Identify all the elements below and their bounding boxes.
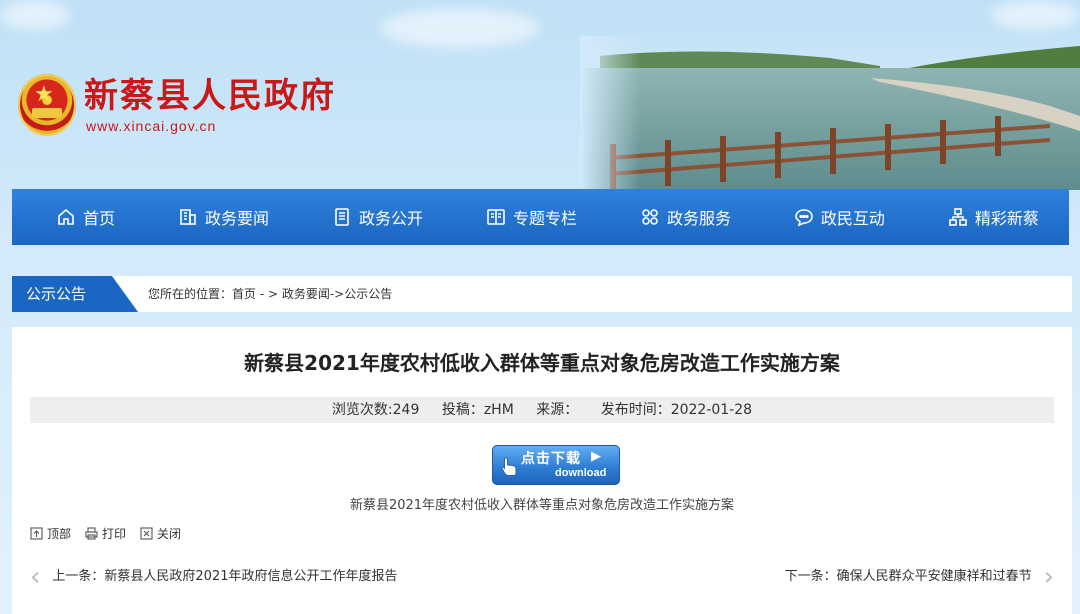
document-icon <box>335 208 349 226</box>
nav-item-open-gov[interactable]: 政务公开 <box>332 205 423 229</box>
pointing-hand-icon <box>501 457 517 476</box>
nav-label: 政务要闻 <box>204 209 269 228</box>
printer-icon <box>85 527 98 540</box>
article-tools: 顶部 打印 关闭 <box>30 525 195 542</box>
prev-article-link[interactable]: ‹ 上一条：新蔡县人民政府2021年政府信息公开工作年度报告 <box>30 564 398 590</box>
site-header: ★ 新蔡县人民政府 www.xincai.gov.cn <box>0 0 1080 190</box>
breadcrumb[interactable]: 您所在的位置：首页 - > 政务要闻->公示公告 <box>148 276 392 312</box>
author: 投稿：zHM <box>441 402 514 418</box>
nav-item-home[interactable]: 首页 <box>56 205 115 229</box>
home-icon <box>58 208 74 225</box>
nav-label: 首页 <box>83 209 116 228</box>
nav-item-topics[interactable]: 专题专栏 <box>486 205 577 229</box>
publish-date: 发布时间：2022-01-28 <box>600 402 753 418</box>
close-icon <box>140 527 153 540</box>
download-label-en: download <box>555 467 607 479</box>
article-panel: 新蔡县2021年度农村低收入群体等重点对象危房改造工作实施方案 浏览次数:249… <box>12 327 1072 614</box>
to-top-icon <box>30 527 43 540</box>
view-count: 浏览次数:249 <box>331 402 420 418</box>
arrow-right-icon: ▶ <box>591 449 601 464</box>
site-title[interactable]: 新蔡县人民政府 <box>84 74 336 118</box>
attachment-name[interactable]: 新蔡县2021年度农村低收入群体等重点对象危房改造工作实施方案 <box>12 494 1072 513</box>
lake-scenery-image <box>580 36 1080 190</box>
site-url[interactable]: www.xincai.gov.cn <box>86 118 216 134</box>
network-icon <box>949 208 967 226</box>
section-tab[interactable]: 公示公告 <box>12 276 138 312</box>
next-article-link[interactable]: 下一条：确保人民群众平安健康祥和过春节 › <box>784 564 1054 590</box>
book-icon <box>487 209 505 225</box>
building-icon <box>180 209 196 225</box>
nav-item-interaction[interactable]: 政民互动 <box>794 205 885 229</box>
nav-item-xincai[interactable]: 精彩新蔡 <box>948 205 1039 229</box>
national-emblem-icon: ★ <box>18 74 76 136</box>
prev-article-label: 上一条：新蔡县人民政府2021年政府信息公开工作年度报告 <box>52 569 398 584</box>
top-label: 顶部 <box>47 527 72 541</box>
article-meta: 浏览次数:249 投稿：zHM 来源： 发布时间：2022-01-28 <box>30 397 1054 423</box>
nav-item-services[interactable]: 政务服务 <box>640 205 731 229</box>
grid-icon <box>642 209 658 225</box>
close-button[interactable]: 关闭 <box>140 525 181 542</box>
main-nav: 首页 政务要闻 政务公开 专题专栏 政务服务 政民互动 精彩新蔡 <box>12 189 1069 245</box>
top-button[interactable]: 顶部 <box>30 525 71 542</box>
chevron-left-icon: ‹ <box>30 561 41 592</box>
download-label-cn: 点击下载 <box>521 451 581 467</box>
print-label: 打印 <box>102 527 127 541</box>
next-article-label: 下一条：确保人民群众平安健康祥和过春节 <box>784 569 1032 584</box>
download-button[interactable]: 点击下载 ▶ download <box>492 445 620 485</box>
article-title: 新蔡县2021年度农村低收入群体等重点对象危房改造工作实施方案 <box>244 351 840 375</box>
nav-item-news[interactable]: 政务要闻 <box>178 205 269 229</box>
nav-label: 精彩新蔡 <box>974 209 1039 228</box>
nav-label: 政民互动 <box>820 209 885 228</box>
chat-icon <box>795 209 813 227</box>
nav-label: 政务公开 <box>358 209 423 228</box>
print-button[interactable]: 打印 <box>85 525 126 542</box>
nav-label: 专题专栏 <box>512 209 577 228</box>
source: 来源： <box>536 402 579 418</box>
chevron-right-icon: › <box>1043 561 1054 592</box>
breadcrumb-bar: 公示公告 您所在的位置：首页 - > 政务要闻->公示公告 <box>12 276 1072 312</box>
nav-label: 政务服务 <box>666 209 731 228</box>
close-label: 关闭 <box>157 527 182 541</box>
